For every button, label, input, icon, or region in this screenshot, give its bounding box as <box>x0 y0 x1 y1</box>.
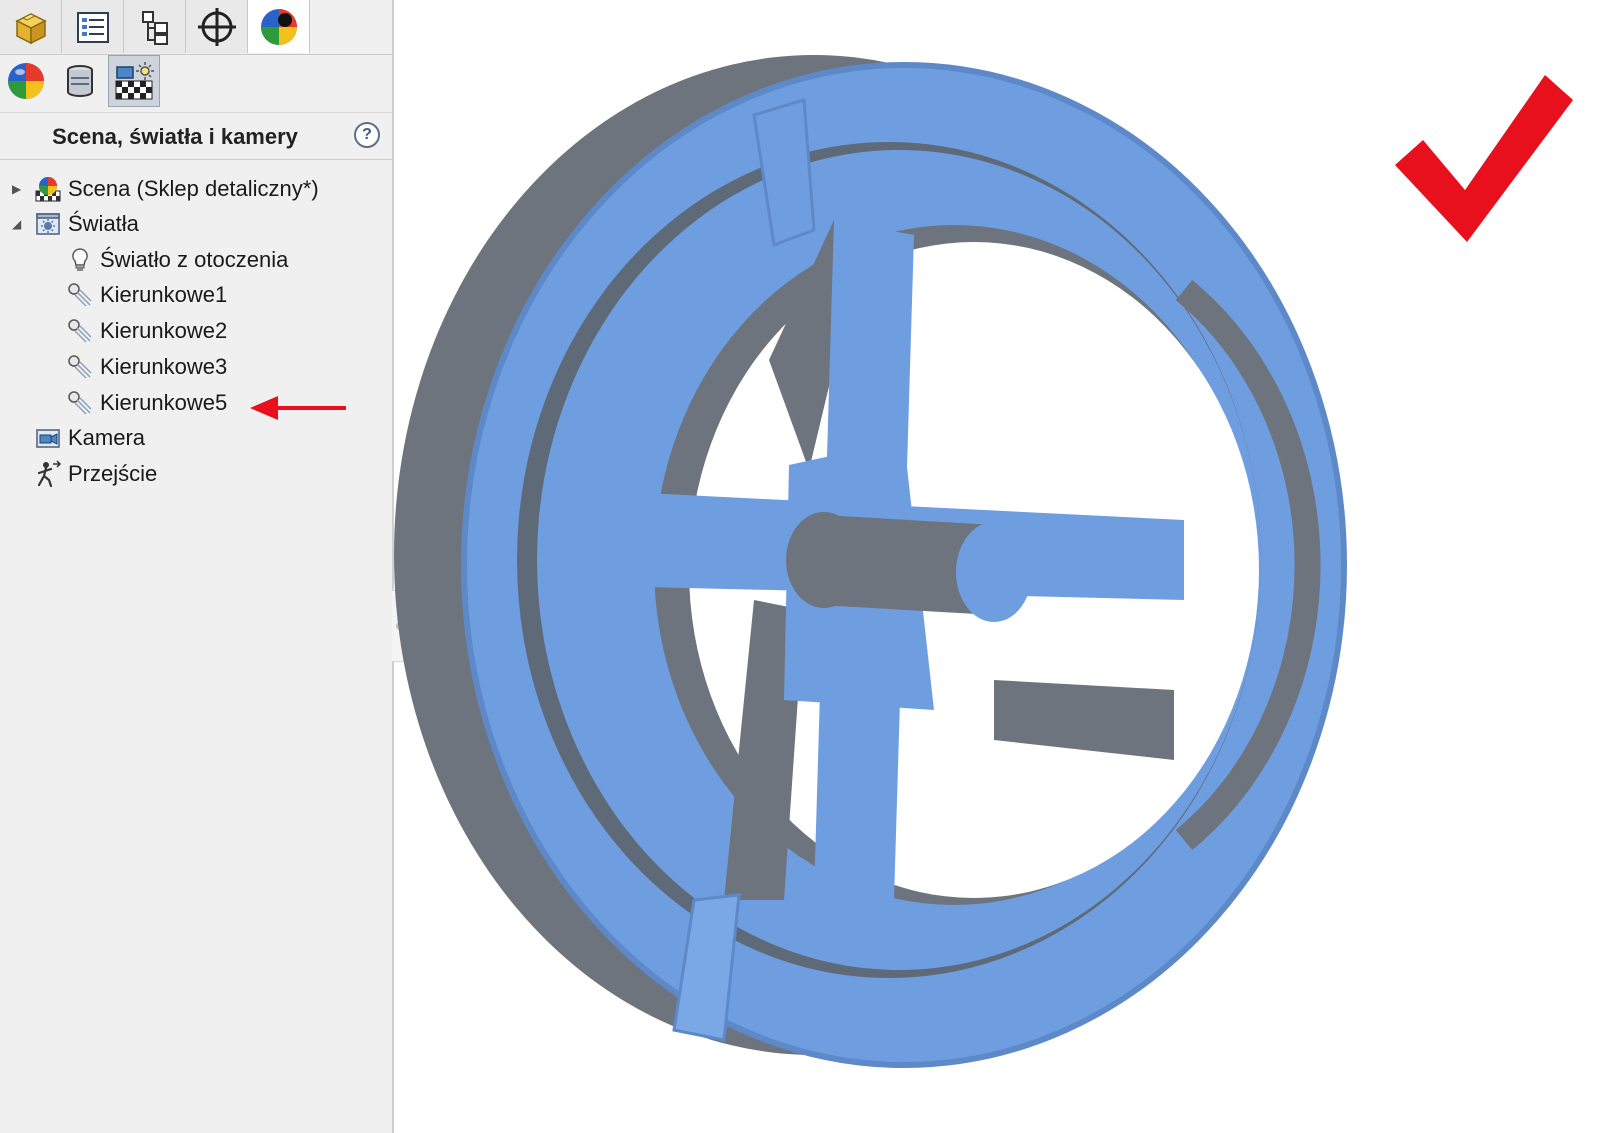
tab-decals[interactable] <box>54 55 106 107</box>
config-manager-icon <box>141 10 168 45</box>
panel-title: Scena, światła i kamery <box>52 124 298 149</box>
collapse-arrow-icon[interactable]: ◢ <box>12 217 21 231</box>
manager-tabs-primary <box>0 0 392 55</box>
directional-light-icon <box>66 389 94 417</box>
tree-item-directional-1[interactable]: Kierunkowe1 <box>66 278 227 312</box>
tree-label-scene: Scena (Sklep detaliczny*) <box>68 176 319 201</box>
panel-header: Scena, światła i kamery ? <box>0 112 392 160</box>
property-panel: Scena, światła i kamery ? ▶ Scena (Sklep… <box>0 0 394 1133</box>
tree-label-directional-3: Kierunkowe3 <box>100 354 228 379</box>
tree-item-walkthrough[interactable]: Przejście <box>34 457 157 491</box>
tree-item-camera[interactable]: Kamera <box>34 421 145 455</box>
tree-label-walkthrough: Przejście <box>68 461 158 486</box>
part-icon <box>14 12 47 44</box>
wheel-model <box>394 55 1347 1068</box>
directional-light-icon <box>66 281 94 309</box>
tab-dimxpert[interactable] <box>186 0 248 53</box>
tab-configuration-manager[interactable] <box>124 0 186 53</box>
tree-item-directional-3[interactable]: Kierunkowe3 <box>66 350 227 384</box>
lightbulb-icon <box>66 246 94 274</box>
tab-part[interactable] <box>0 0 62 53</box>
appearances-icon <box>8 63 44 99</box>
decals-icon <box>67 65 93 97</box>
display-manager-icon <box>260 8 297 45</box>
tree-label-directional-1: Kierunkowe1 <box>100 282 228 307</box>
checkmark-icon <box>1395 75 1573 242</box>
camera-icon <box>34 424 62 452</box>
tab-display-manager[interactable] <box>248 0 310 53</box>
tree-item-scene[interactable]: ▶ Scena (Sklep detaliczny*) <box>12 172 319 206</box>
directional-light-icon <box>66 353 94 381</box>
walking-person-icon <box>34 460 62 488</box>
red-arrow-annotation <box>250 396 346 420</box>
tree-label-directional-2: Kierunkowe2 <box>100 318 228 343</box>
display-manager-subtabs <box>0 55 162 109</box>
scene-lights-cameras-icon <box>115 62 154 100</box>
tree-label-camera: Kamera <box>68 425 146 450</box>
tree-label-lights: Światła <box>68 211 139 236</box>
tree-item-ambient-light[interactable]: Światło z otoczenia <box>66 243 288 277</box>
directional-light-icon <box>66 317 94 345</box>
tab-appearances[interactable] <box>0 55 52 107</box>
tree-item-directional-5[interactable]: Kierunkowe5 <box>66 386 227 420</box>
tree-item-directional-2[interactable]: Kierunkowe2 <box>66 314 227 348</box>
tree-label-directional-5: Kierunkowe5 <box>100 390 228 415</box>
feature-tree-icon <box>76 11 109 43</box>
tree-item-lights[interactable]: ◢ Światła <box>12 207 139 241</box>
dimxpert-icon <box>197 7 236 46</box>
expand-arrow-icon[interactable]: ▶ <box>12 182 21 196</box>
tab-scene-lights-cameras[interactable] <box>108 55 160 107</box>
scene-icon <box>34 175 62 203</box>
tab-feature-tree[interactable] <box>62 0 124 53</box>
lights-folder-icon <box>34 210 62 238</box>
help-icon[interactable]: ? <box>354 122 380 148</box>
tree-label-ambient-light: Światło z otoczenia <box>100 247 289 272</box>
